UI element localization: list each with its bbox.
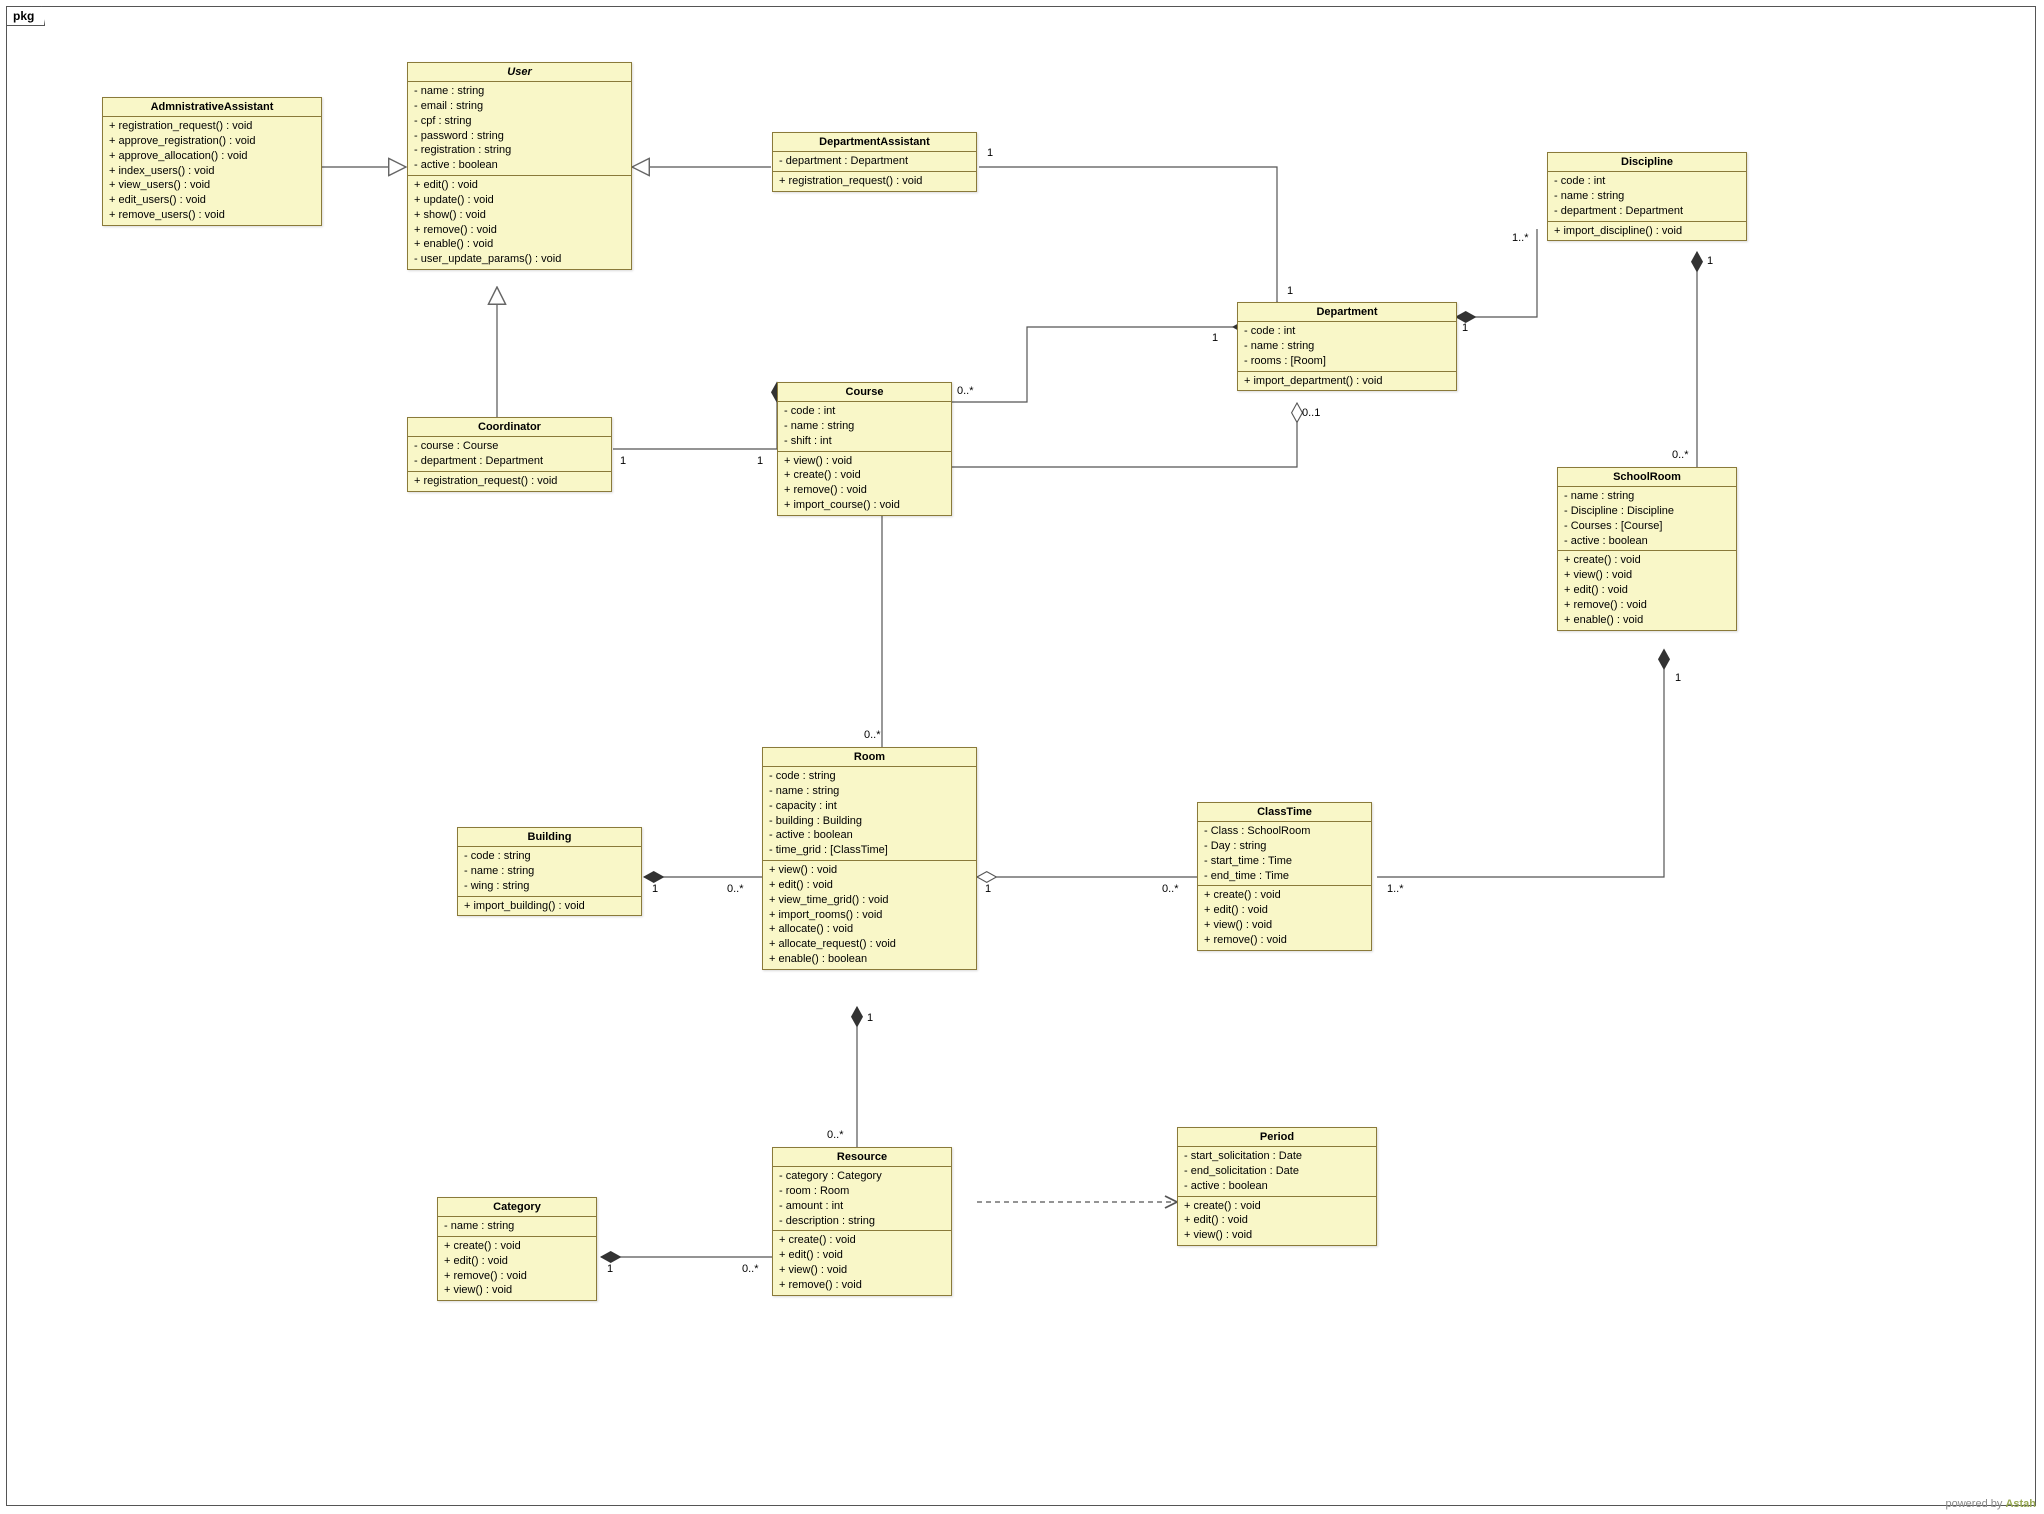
- class-title: Course: [778, 383, 951, 402]
- class-attrs: - start_solicitation : Date - end_solici…: [1178, 1147, 1376, 1197]
- class-attrs: - code : string - name : string - capaci…: [763, 767, 976, 861]
- package-label: pkg: [6, 6, 45, 26]
- mult: 1: [652, 883, 658, 895]
- class-attrs: - Class : SchoolRoom - Day : string - st…: [1198, 822, 1371, 886]
- mult: 0..*: [957, 385, 974, 397]
- class-title: SchoolRoom: [1558, 468, 1736, 487]
- mult: 0..*: [727, 883, 744, 895]
- class-title: AdmnistrativeAssistant: [103, 98, 321, 117]
- mult: 1: [985, 883, 991, 895]
- mult: 1: [620, 455, 626, 467]
- class-Room: Room - code : string - name : string - c…: [762, 747, 977, 970]
- class-attrs: - name : string - Discipline : Disciplin…: [1558, 487, 1736, 551]
- class-ops: + create() : void + edit() : void + view…: [1198, 886, 1371, 949]
- mult: 1: [1212, 332, 1218, 344]
- class-DepartmentAssistant: DepartmentAssistant - department : Depar…: [772, 132, 977, 192]
- class-ops: + create() : void + edit() : void + view…: [1178, 1197, 1376, 1246]
- class-attrs: - code : int - name : string - shift : i…: [778, 402, 951, 452]
- mult: 1: [607, 1263, 613, 1275]
- class-ops: + import_discipline() : void: [1548, 222, 1746, 241]
- footer: powered by Astah: [1946, 1498, 2037, 1510]
- mult: 1: [1707, 255, 1713, 267]
- class-Category: Category - name : string + create() : vo…: [437, 1197, 597, 1301]
- class-ops: + registration_request() : void: [773, 172, 976, 191]
- class-Period: Period - start_solicitation : Date - end…: [1177, 1127, 1377, 1246]
- class-title: Coordinator: [408, 418, 611, 437]
- class-title: Building: [458, 828, 641, 847]
- class-attrs: - name : string - email : string - cpf :…: [408, 82, 631, 176]
- mult: 1: [867, 1012, 873, 1024]
- mult: 0..*: [1672, 449, 1689, 461]
- class-ops: + view() : void + create() : void + remo…: [778, 452, 951, 515]
- class-title: Resource: [773, 1148, 951, 1167]
- class-title: Category: [438, 1198, 596, 1217]
- class-title: Period: [1178, 1128, 1376, 1147]
- class-attrs: - category : Category - room : Room - am…: [773, 1167, 951, 1231]
- mult: 1: [1287, 285, 1293, 297]
- class-Course: Course - code : int - name : string - sh…: [777, 382, 952, 516]
- class-Coordinator: Coordinator - course : Course - departme…: [407, 417, 612, 492]
- class-attrs: - name : string: [438, 1217, 596, 1237]
- class-Resource: Resource - category : Category - room : …: [772, 1147, 952, 1296]
- mult: 1: [1462, 322, 1468, 334]
- class-ops: + import_building() : void: [458, 897, 641, 916]
- class-ops: + create() : void + view() : void + edit…: [1558, 551, 1736, 629]
- footer-brand: Astah: [2005, 1498, 2036, 1510]
- mult: 0..*: [1162, 883, 1179, 895]
- class-title: Room: [763, 748, 976, 767]
- class-ClassTime: ClassTime - Class : SchoolRoom - Day : s…: [1197, 802, 1372, 951]
- class-title: ClassTime: [1198, 803, 1371, 822]
- class-title: User: [408, 63, 631, 82]
- class-AdmnistrativeAssistant: AdmnistrativeAssistant + registration_re…: [102, 97, 322, 226]
- diagram-frame: pkg: [6, 6, 2036, 1506]
- mult: 0..1: [1302, 407, 1320, 419]
- mult: 1: [987, 147, 993, 159]
- mult: 0..*: [742, 1263, 759, 1275]
- footer-pre: powered by: [1946, 1498, 2006, 1510]
- class-User: User - name : string - email : string - …: [407, 62, 632, 270]
- mult: 1..*: [1512, 232, 1529, 244]
- class-attrs: - code : int - name : string - rooms : […: [1238, 322, 1456, 372]
- mult: 1: [1675, 672, 1681, 684]
- class-ops: + registration_request() : void + approv…: [103, 117, 321, 225]
- class-Department: Department - code : int - name : string …: [1237, 302, 1457, 391]
- class-title: DepartmentAssistant: [773, 133, 976, 152]
- class-ops: + create() : void + edit() : void + view…: [773, 1231, 951, 1294]
- mult: 0..*: [827, 1129, 844, 1141]
- class-ops: + edit() : void + update() : void + show…: [408, 176, 631, 269]
- class-title: Department: [1238, 303, 1456, 322]
- class-attrs: - code : string - name : string - wing :…: [458, 847, 641, 897]
- mult: 0..*: [864, 729, 881, 741]
- mult: 1: [757, 455, 763, 467]
- class-Building: Building - code : string - name : string…: [457, 827, 642, 916]
- class-attrs: - department : Department: [773, 152, 976, 172]
- class-title: Discipline: [1548, 153, 1746, 172]
- class-ops: + create() : void + edit() : void + remo…: [438, 1237, 596, 1300]
- class-ops: + import_department() : void: [1238, 372, 1456, 391]
- class-attrs: - course : Course - department : Departm…: [408, 437, 611, 472]
- class-ops: + view() : void + edit() : void + view_t…: [763, 861, 976, 969]
- class-ops: + registration_request() : void: [408, 472, 611, 491]
- class-Discipline: Discipline - code : int - name : string …: [1547, 152, 1747, 241]
- mult: 1..*: [1387, 883, 1404, 895]
- class-attrs: - code : int - name : string - departmen…: [1548, 172, 1746, 222]
- class-SchoolRoom: SchoolRoom - name : string - Discipline …: [1557, 467, 1737, 631]
